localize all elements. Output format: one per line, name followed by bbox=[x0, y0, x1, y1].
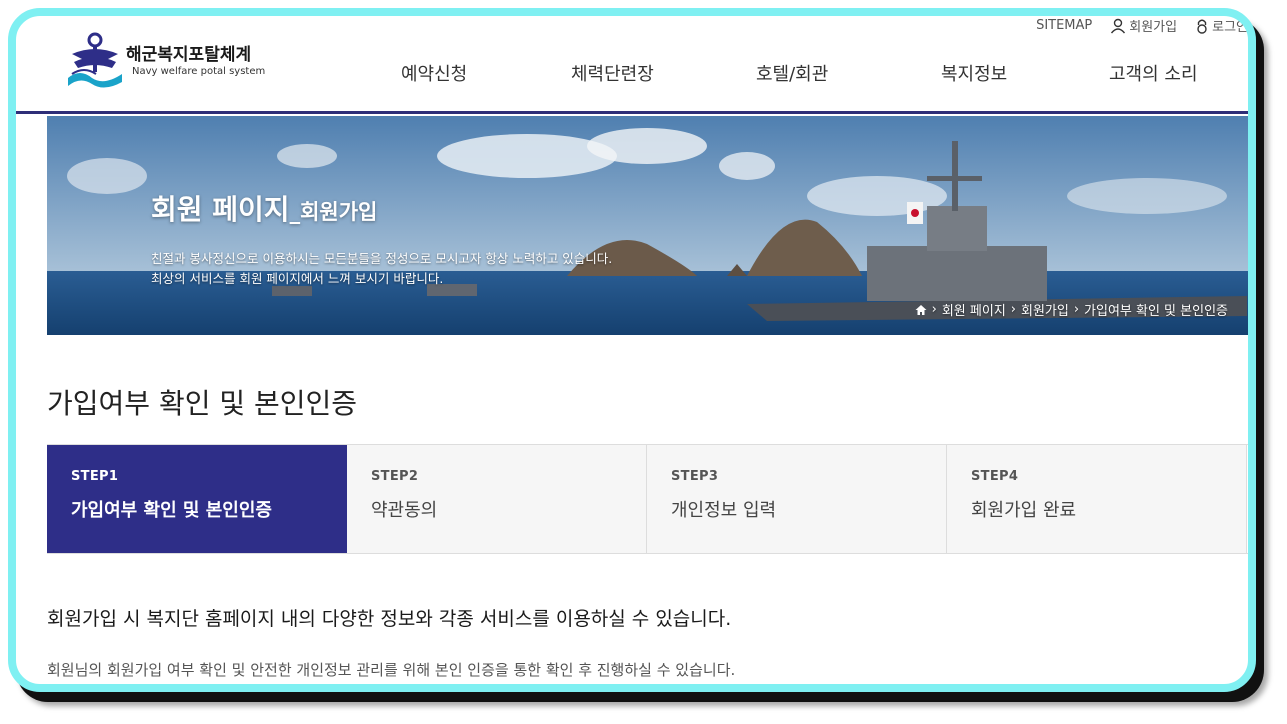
step-3: STEP3 개인정보 입력 bbox=[647, 445, 947, 553]
step-number: STEP4 bbox=[971, 469, 1019, 484]
step-number: STEP2 bbox=[371, 469, 419, 484]
page: 해군복지포탈체계 Navy welfare potal system SITEM… bbox=[16, 16, 1248, 684]
nav-item-customer-voice[interactable]: 고객의 소리 bbox=[1109, 60, 1198, 86]
banner-desc-line-1: 친절과 봉사정신으로 이용하시는 모든분들을 정성으로 모시고자 항상 노력하고… bbox=[151, 251, 613, 266]
step-number: STEP1 bbox=[71, 469, 119, 484]
chevron-right-icon: › bbox=[1010, 302, 1016, 317]
step-2: STEP2 약관동의 bbox=[347, 445, 647, 553]
brand-subtitle: Navy welfare potal system bbox=[132, 66, 266, 77]
breadcrumb: › 회원 페이지 › 회원가입 › 가입여부 확인 및 본인인증 bbox=[915, 300, 1228, 319]
step-4: STEP4 회원가입 완료 bbox=[947, 445, 1247, 553]
step-label: 개인정보 입력 bbox=[671, 500, 777, 521]
browser-frame: 해군복지포탈체계 Navy welfare potal system SITEM… bbox=[8, 8, 1256, 692]
breadcrumb-item[interactable]: 회원 페이지 bbox=[942, 300, 1006, 319]
nav-item-gym[interactable]: 체력단련장 bbox=[571, 60, 654, 86]
navy-emblem-icon bbox=[68, 32, 122, 88]
hero-banner: 회원 페이지_회원가입 친절과 봉사정신으로 이용하시는 모든분들을 정성으로 … bbox=[47, 116, 1248, 335]
step-1: STEP1 가입여부 확인 및 본인인증 bbox=[47, 445, 347, 553]
sitemap-link[interactable]: SITEMAP bbox=[1036, 18, 1092, 33]
step-number: STEP3 bbox=[671, 469, 719, 484]
nav-item-reservation[interactable]: 예약신청 bbox=[401, 60, 467, 86]
banner-title: 회원 페이지_회원가입 bbox=[151, 188, 377, 228]
brand-title: 해군복지포탈체계 bbox=[126, 45, 252, 65]
nav-item-welfare-info[interactable]: 복지정보 bbox=[941, 60, 1007, 86]
sitemap-label: SITEMAP bbox=[1036, 18, 1093, 33]
nav-item-hotel[interactable]: 호텔/회관 bbox=[756, 60, 828, 86]
signup-steps: STEP1 가입여부 확인 및 본인인증 STEP2 약관동의 STEP3 개인… bbox=[47, 444, 1248, 554]
home-icon[interactable] bbox=[915, 304, 927, 316]
banner-title-main: 회원 페이지 bbox=[151, 193, 290, 226]
utility-nav: SITEMAP 회원가입 로그인 bbox=[1036, 16, 1248, 35]
join-link[interactable]: 회원가입 bbox=[1110, 16, 1177, 35]
note-text: 회원님의 회원가입 여부 확인 및 안전한 개인정보 관리를 위해 본인 인증을… bbox=[47, 661, 736, 679]
step-label: 회원가입 완료 bbox=[971, 500, 1077, 521]
login-label: 로그인 bbox=[1212, 20, 1248, 35]
banner-desc-line-2: 최상의 서비스를 회원 페이지에서 느껴 보시기 바랍니다. bbox=[151, 271, 444, 286]
nav-divider bbox=[16, 111, 1248, 114]
site-header: 해군복지포탈체계 Navy welfare potal system SITEM… bbox=[16, 16, 1248, 116]
breadcrumb-item[interactable]: 회원가입 bbox=[1021, 300, 1069, 319]
breadcrumb-item-current: 가입여부 확인 및 본인인증 bbox=[1084, 304, 1228, 319]
chevron-right-icon: › bbox=[1073, 302, 1080, 317]
user-icon bbox=[1111, 18, 1126, 33]
chevron-right-icon: › bbox=[931, 302, 937, 317]
lock-icon bbox=[1197, 19, 1207, 34]
banner-description: 친절과 봉사정신으로 이용하시는 모든분들을 정성으로 모시고자 항상 노력하고… bbox=[151, 249, 612, 289]
join-label: 회원가입 bbox=[1129, 20, 1178, 35]
banner-title-sub: _회원가입 bbox=[289, 200, 378, 224]
login-link[interactable]: 로그인 bbox=[1195, 16, 1248, 35]
step-label: 약관동의 bbox=[371, 500, 438, 521]
site-logo[interactable]: 해군복지포탈체계 Navy welfare potal system bbox=[66, 30, 286, 90]
lead-text: 회원가입 시 복지단 홈페이지 내의 다양한 정보와 각종 서비스를 이용하실 … bbox=[47, 608, 732, 630]
page-title: 가입여부 확인 및 본인인증 bbox=[47, 387, 358, 420]
step-label: 가입여부 확인 및 본인인증 bbox=[71, 500, 272, 521]
